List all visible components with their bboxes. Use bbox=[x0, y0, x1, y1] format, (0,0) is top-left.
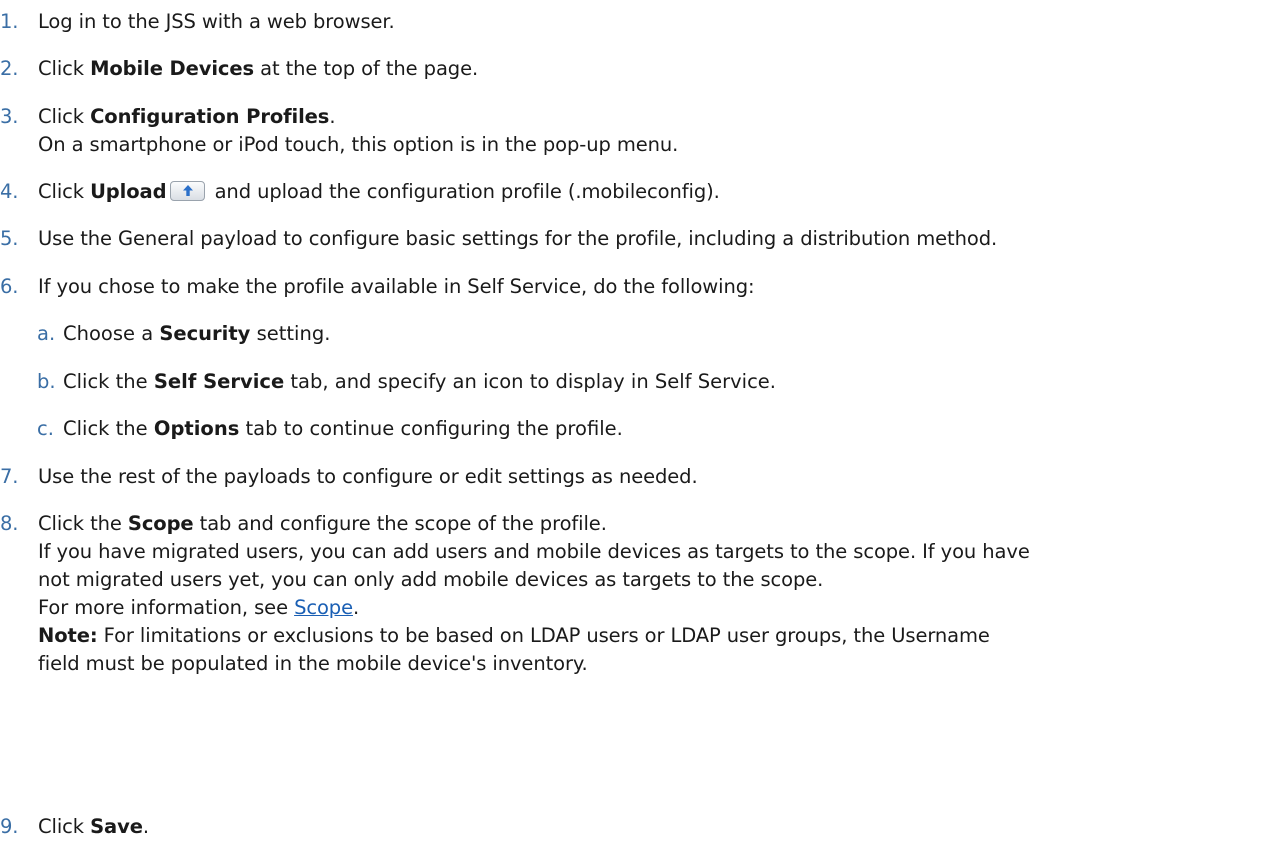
step-text-pre: Click bbox=[38, 815, 91, 838]
step-text: Use the rest of the payloads to configur… bbox=[38, 465, 698, 488]
substep-text-pre: Choose a bbox=[63, 322, 160, 345]
step-8: 8. Click the Scope tab and configure the… bbox=[0, 510, 1030, 678]
substep-letter: c. bbox=[37, 417, 54, 440]
more-info-text: For more information, see bbox=[38, 596, 295, 619]
upload-button-image bbox=[170, 181, 206, 201]
step-number: 3. bbox=[0, 105, 19, 128]
step-1: 1. Log in to the JSS with a web browser. bbox=[0, 8, 395, 36]
step-number: 9. bbox=[0, 815, 19, 838]
step-6: 6. If you chose to make the profile avai… bbox=[0, 273, 755, 301]
step-paragraph-line: not migrated users yet, you can only add… bbox=[38, 568, 824, 591]
step-number: 8. bbox=[0, 512, 19, 535]
step-text-post: at the top of the page. bbox=[254, 57, 479, 80]
step-number: 5. bbox=[0, 227, 19, 250]
substep-c: c. Click the Options tab to continue con… bbox=[0, 415, 623, 443]
step-number: 1. bbox=[0, 10, 19, 33]
substep-text-post: setting. bbox=[250, 322, 331, 345]
step-text: Use the General payload to configure bas… bbox=[38, 227, 998, 250]
step-number: 4. bbox=[0, 180, 19, 203]
substep-a: a. Choose a Security setting. bbox=[0, 320, 330, 348]
note-label: Note: bbox=[38, 624, 98, 647]
substep-b: b. Click the Self Service tab, and speci… bbox=[0, 368, 776, 396]
substep-text-pre: Click the bbox=[63, 417, 154, 440]
step-text-post: tab and configure the scope of the profi… bbox=[193, 512, 607, 535]
step-3: 3. Click Configuration Profiles. On a sm… bbox=[0, 103, 678, 159]
substep-text-post: tab, and specify an icon to display in S… bbox=[284, 370, 777, 393]
step-text-post: . bbox=[142, 815, 149, 838]
step-text: Log in to the JSS with a web browser. bbox=[38, 10, 395, 33]
substep-letter: b. bbox=[37, 370, 56, 393]
step-2: 2. Click Mobile Devices at the top of th… bbox=[0, 55, 478, 83]
ui-term-upload: Upload bbox=[90, 180, 167, 203]
ui-term-configuration-profiles: Configuration Profiles bbox=[90, 105, 330, 128]
step-5: 5. Use the General payload to configure … bbox=[0, 225, 997, 253]
substep-text-post: tab to continue configuring the profile. bbox=[239, 417, 623, 440]
upload-arrow-icon bbox=[183, 185, 194, 196]
step-text: If you chose to make the profile availab… bbox=[38, 275, 755, 298]
ui-term-options: Options bbox=[153, 417, 240, 440]
step-text-post: and upload the configuration profile (.m… bbox=[208, 180, 720, 203]
step-4: 4. Click Upload and upload the configura… bbox=[0, 178, 720, 206]
step-9: 9. Click Save. bbox=[0, 813, 149, 841]
ui-term-save: Save bbox=[90, 815, 143, 838]
step-text-pre: Click bbox=[38, 105, 91, 128]
substep-text-pre: Click the bbox=[63, 370, 154, 393]
step-paragraph-line: If you have migrated users, you can add … bbox=[38, 540, 1030, 563]
step-note: On a smartphone or iPod touch, this opti… bbox=[38, 133, 679, 156]
step-7: 7. Use the rest of the payloads to confi… bbox=[0, 463, 698, 491]
note-text: For limitations or exclusions to be base… bbox=[97, 624, 990, 647]
ui-term-security: Security bbox=[159, 322, 251, 345]
step-text-pre: Click bbox=[38, 180, 91, 203]
more-info-period: . bbox=[352, 596, 360, 619]
ui-term-scope: Scope bbox=[127, 512, 194, 535]
ui-term-mobile-devices: Mobile Devices bbox=[90, 57, 255, 80]
note-text-continued: field must be populated in the mobile de… bbox=[38, 652, 588, 675]
step-number: 2. bbox=[0, 57, 19, 80]
step-number: 7. bbox=[0, 465, 19, 488]
step-text-pre: Click the bbox=[38, 512, 128, 535]
step-text-post: . bbox=[329, 105, 336, 128]
substep-letter: a. bbox=[37, 322, 56, 345]
scope-link[interactable]: Scope bbox=[294, 596, 353, 619]
ui-term-self-service: Self Service bbox=[153, 370, 285, 393]
step-text-pre: Click bbox=[38, 57, 91, 80]
step-number: 6. bbox=[0, 275, 19, 298]
